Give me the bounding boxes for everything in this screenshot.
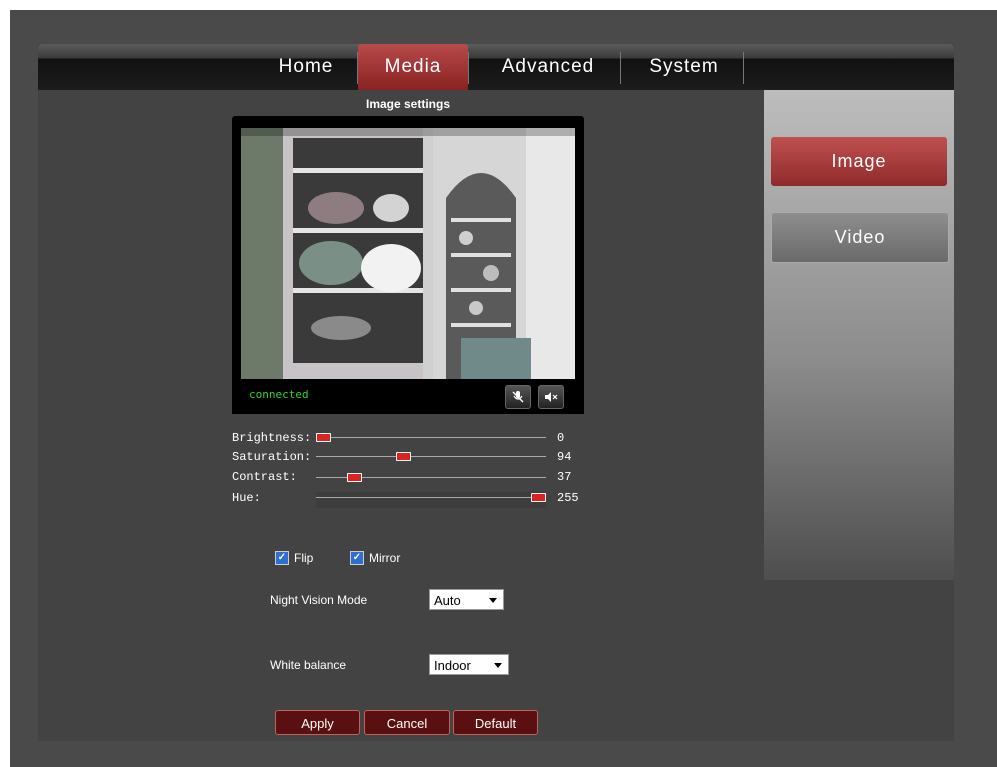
apply-button[interactable]: Apply bbox=[275, 710, 360, 735]
hue-slider-thumb[interactable] bbox=[531, 493, 546, 502]
cancel-button[interactable]: Cancel bbox=[364, 710, 450, 735]
sidebar-item-image[interactable]: Image bbox=[771, 137, 947, 186]
tab-system[interactable]: System bbox=[632, 44, 736, 90]
mirror-checkbox[interactable]: ✓ bbox=[350, 551, 364, 565]
saturation-track[interactable] bbox=[316, 456, 546, 457]
flip-label: Flip bbox=[294, 551, 314, 565]
nav-divider bbox=[620, 52, 621, 84]
contrast-slider-thumb[interactable] bbox=[347, 473, 363, 482]
contrast-value: 37 bbox=[557, 470, 572, 484]
brightness-slider-thumb[interactable] bbox=[316, 433, 331, 442]
saturation-label: Saturation: bbox=[232, 450, 312, 464]
page-title: Image settings bbox=[365, 97, 451, 111]
flip-checkbox[interactable]: ✓ bbox=[275, 551, 289, 565]
white-balance-label: White balance bbox=[270, 658, 347, 672]
night-vision-label: Night Vision Mode bbox=[270, 593, 368, 607]
default-button[interactable]: Default bbox=[453, 710, 538, 735]
mic-muted-icon[interactable] bbox=[505, 385, 531, 409]
sidebar-item-video[interactable]: Video bbox=[771, 212, 949, 263]
saturation-value: 94 bbox=[557, 450, 572, 464]
tab-home[interactable]: Home bbox=[268, 44, 344, 90]
chevron-down-icon bbox=[494, 663, 502, 668]
hue-slider-background bbox=[316, 492, 546, 508]
chevron-down-icon bbox=[489, 598, 497, 603]
hue-label: Hue: bbox=[232, 491, 261, 505]
camera-feed bbox=[241, 128, 575, 379]
white-balance-selected-value: Indoor bbox=[434, 658, 471, 673]
brightness-value: 0 bbox=[557, 431, 565, 445]
camera-feed-image bbox=[241, 128, 575, 379]
tab-media[interactable]: Media bbox=[358, 44, 468, 90]
night-vision-selected-value: Auto bbox=[434, 593, 461, 608]
mirror-label: Mirror bbox=[369, 551, 401, 565]
nav-divider bbox=[468, 52, 469, 84]
connection-status: connected bbox=[249, 388, 309, 401]
contrast-label: Contrast: bbox=[232, 470, 297, 484]
nav-divider bbox=[743, 52, 744, 84]
speaker-muted-icon[interactable] bbox=[538, 385, 564, 409]
tab-advanced[interactable]: Advanced bbox=[480, 44, 616, 90]
night-vision-select[interactable]: Auto bbox=[429, 589, 504, 610]
white-balance-select[interactable]: Indoor bbox=[429, 654, 509, 675]
hue-track[interactable] bbox=[316, 497, 546, 498]
brightness-track[interactable] bbox=[316, 437, 546, 438]
hue-value: 255 bbox=[557, 491, 579, 505]
saturation-slider-thumb[interactable] bbox=[395, 452, 411, 461]
brightness-label: Brightness: bbox=[232, 431, 312, 445]
